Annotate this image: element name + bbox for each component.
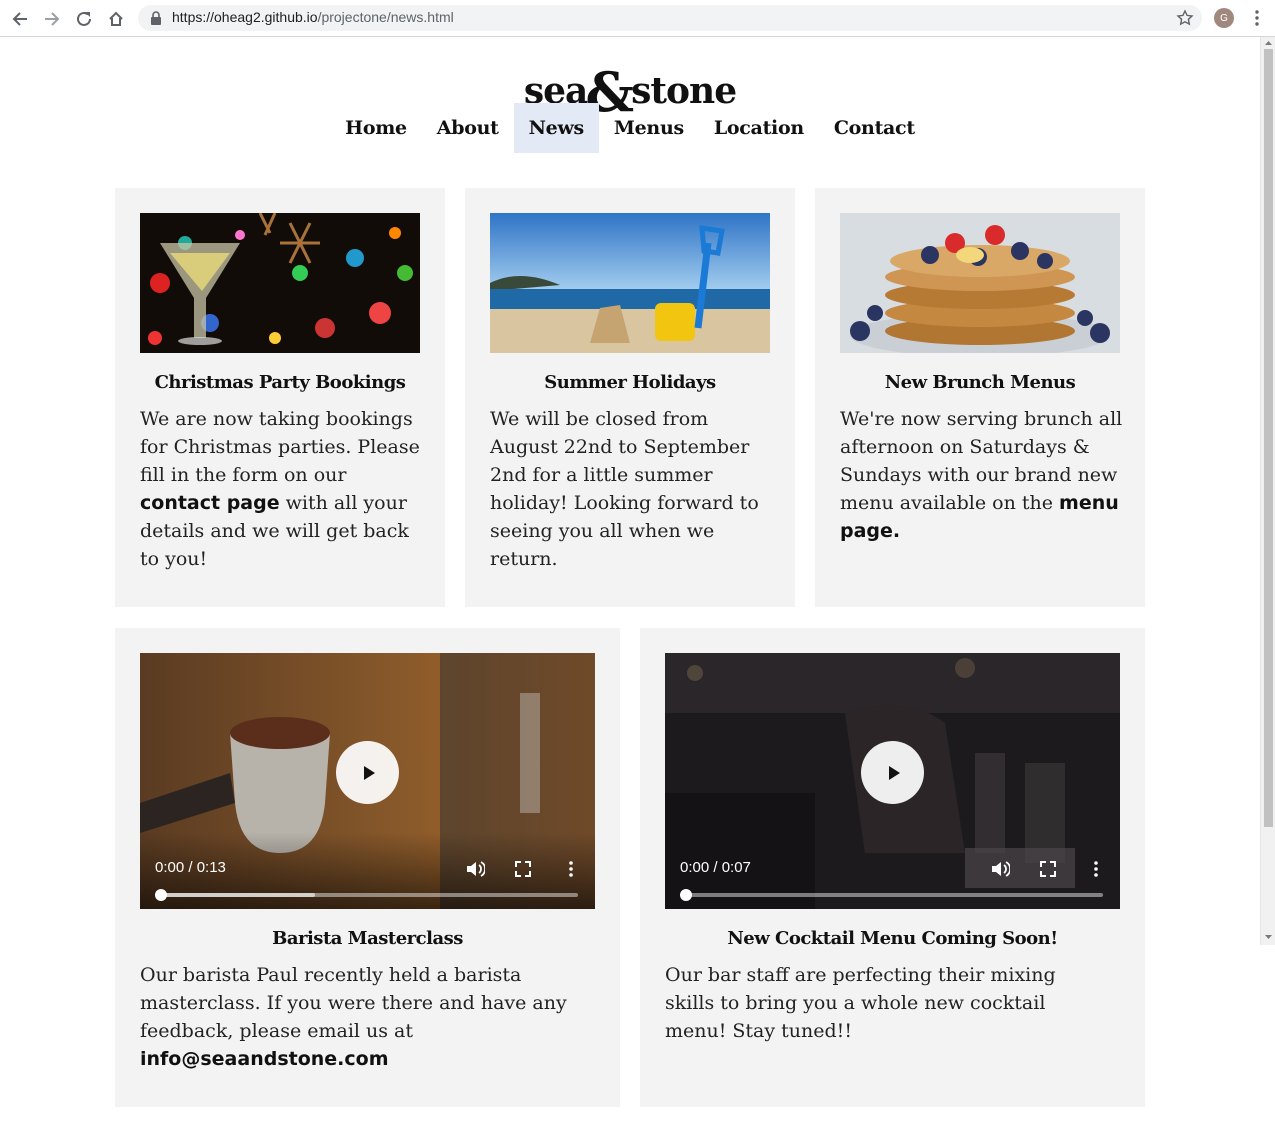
news-card: Summer Holidays We will be closed from A…	[465, 188, 795, 607]
browser-toolbar: https://oheag2.github.io/projectone/news…	[0, 0, 1275, 37]
video-player[interactable]: 0:00 / 0:07	[665, 653, 1120, 909]
contact-page-link[interactable]: contact page	[140, 492, 280, 514]
news-title: New Brunch Menus	[884, 372, 1076, 393]
video-progress-bar[interactable]	[155, 889, 578, 901]
news-card: New Brunch Menus We're now serving brunc…	[815, 188, 1145, 607]
play-icon	[363, 765, 375, 780]
beach-image	[490, 213, 770, 353]
play-button[interactable]	[336, 741, 399, 804]
video-time: 0:00 / 0:13	[155, 859, 226, 876]
reload-icon[interactable]	[73, 8, 95, 30]
play-icon	[888, 765, 900, 780]
volume-icon[interactable]	[990, 859, 1010, 879]
news-title: Christmas Party Bookings	[154, 372, 406, 393]
nav-menus[interactable]: Menus	[599, 103, 699, 153]
news-body: We're now serving brunch all afternoon o…	[840, 408, 1123, 542]
nav-about[interactable]: About	[422, 103, 514, 153]
kebab-icon[interactable]	[1248, 8, 1266, 28]
video-menu-icon[interactable]	[1086, 859, 1106, 879]
home-icon[interactable]	[105, 8, 127, 30]
video-title: New Cocktail Menu Coming Soon!	[727, 928, 1058, 949]
christmas-cocktail-image	[140, 213, 420, 353]
video-time: 0:00 / 0:07	[680, 859, 751, 876]
volume-icon[interactable]	[465, 859, 485, 879]
video-card: 0:00 / 0:07 New Cocktail Menu Coming Soo…	[640, 628, 1145, 1107]
profile-avatar[interactable]: G	[1214, 8, 1234, 28]
news-card: Christmas Party Bookings We are now taki…	[115, 188, 445, 607]
scroll-down-icon[interactable]	[1264, 933, 1273, 941]
lock-icon	[151, 11, 161, 25]
email-link[interactable]: info@seaandstone.com	[140, 1048, 389, 1070]
fullscreen-icon[interactable]	[1038, 859, 1058, 879]
play-button[interactable]	[861, 741, 924, 804]
video-scrubber[interactable]	[155, 889, 167, 901]
scroll-up-icon[interactable]	[1264, 39, 1273, 47]
video-body: Our barista Paul recently held a barista…	[140, 964, 567, 1070]
video-menu-icon[interactable]	[561, 859, 581, 879]
nav-location[interactable]: Location	[699, 103, 819, 153]
video-title: Barista Masterclass	[272, 928, 463, 949]
scroll-thumb[interactable]	[1264, 49, 1273, 827]
fullscreen-icon[interactable]	[513, 859, 533, 879]
nav-contact[interactable]: Contact	[819, 103, 930, 153]
video-card: 0:00 / 0:13 Barista Masterclass Our bari…	[115, 628, 620, 1107]
address-bar[interactable]: https://oheag2.github.io/projectone/news…	[138, 5, 1202, 31]
star-icon[interactable]	[1176, 9, 1194, 27]
page-scrollbar[interactable]	[1260, 37, 1275, 945]
video-body: Our bar staff are perfecting their mixin…	[665, 964, 1056, 1042]
main-nav: Home About News Menus Location Contact	[0, 103, 1260, 153]
nav-news[interactable]: News	[513, 103, 599, 153]
news-body: We will be closed from August 22nd to Se…	[490, 408, 759, 570]
news-body: We are now taking bookings for Christmas…	[140, 408, 420, 570]
video-scrubber[interactable]	[680, 889, 692, 901]
nav-home[interactable]: Home	[330, 103, 422, 153]
back-icon[interactable]	[9, 8, 31, 30]
video-progress-bar[interactable]	[680, 889, 1103, 901]
video-player[interactable]: 0:00 / 0:13	[140, 653, 595, 909]
video-buffered	[160, 893, 315, 897]
forward-icon[interactable]	[41, 8, 63, 30]
pancakes-image	[840, 213, 1120, 353]
news-title: Summer Holidays	[544, 372, 716, 393]
url-text: https://oheag2.github.io/projectone/news…	[172, 9, 454, 25]
